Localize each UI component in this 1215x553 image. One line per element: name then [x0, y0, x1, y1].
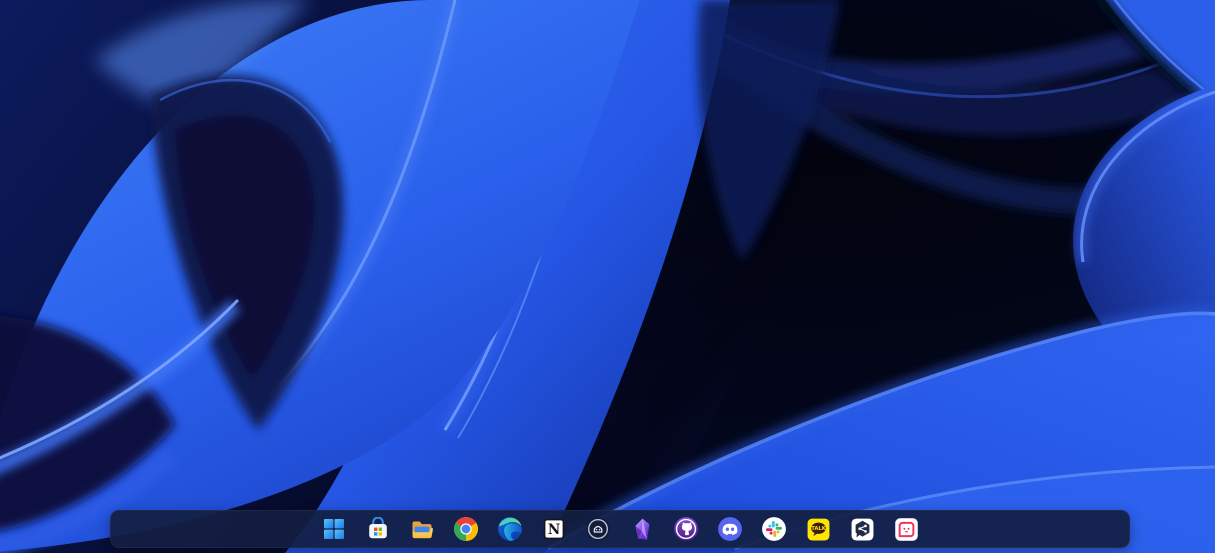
wallpaper-image — [0, 0, 1215, 553]
notion-icon: N — [542, 517, 566, 541]
folder-icon — [410, 517, 434, 541]
notion-button[interactable]: N — [534, 512, 574, 546]
kakaotalk-button[interactable]: TALK — [798, 512, 838, 546]
chrome-icon — [453, 516, 479, 542]
hex-share-chat-app-button[interactable] — [842, 512, 882, 546]
github-desktop-button[interactable] — [666, 512, 706, 546]
ghost-face-icon — [585, 516, 611, 542]
slack-button[interactable] — [754, 512, 794, 546]
slack-icon — [761, 516, 787, 542]
windows-start-icon — [322, 517, 346, 541]
red-bubble-chat-app-button[interactable] — [886, 512, 926, 546]
svg-text:TALK: TALK — [811, 526, 826, 532]
red-loop-bubble-icon — [894, 517, 919, 542]
desktop[interactable]: N TALK — [0, 0, 1215, 553]
discord-icon — [717, 516, 743, 542]
taskbar: N TALK — [110, 510, 1130, 548]
obsidian-crystal-icon — [630, 517, 655, 542]
microsoft-store-button[interactable] — [358, 512, 398, 546]
kakaotalk-icon: TALK — [806, 517, 831, 542]
microsoft-store-icon — [366, 517, 390, 541]
svg-text:N: N — [548, 522, 560, 538]
edge-button[interactable] — [490, 512, 530, 546]
discord-button[interactable] — [710, 512, 750, 546]
github-octocat-icon — [673, 516, 699, 542]
ghost-circle-app-button[interactable] — [578, 512, 618, 546]
hexagon-share-bubble-icon — [850, 517, 875, 542]
file-explorer-button[interactable] — [402, 512, 442, 546]
start-button[interactable] — [314, 512, 354, 546]
obsidian-button[interactable] — [622, 512, 662, 546]
edge-icon — [497, 516, 523, 542]
chrome-button[interactable] — [446, 512, 486, 546]
